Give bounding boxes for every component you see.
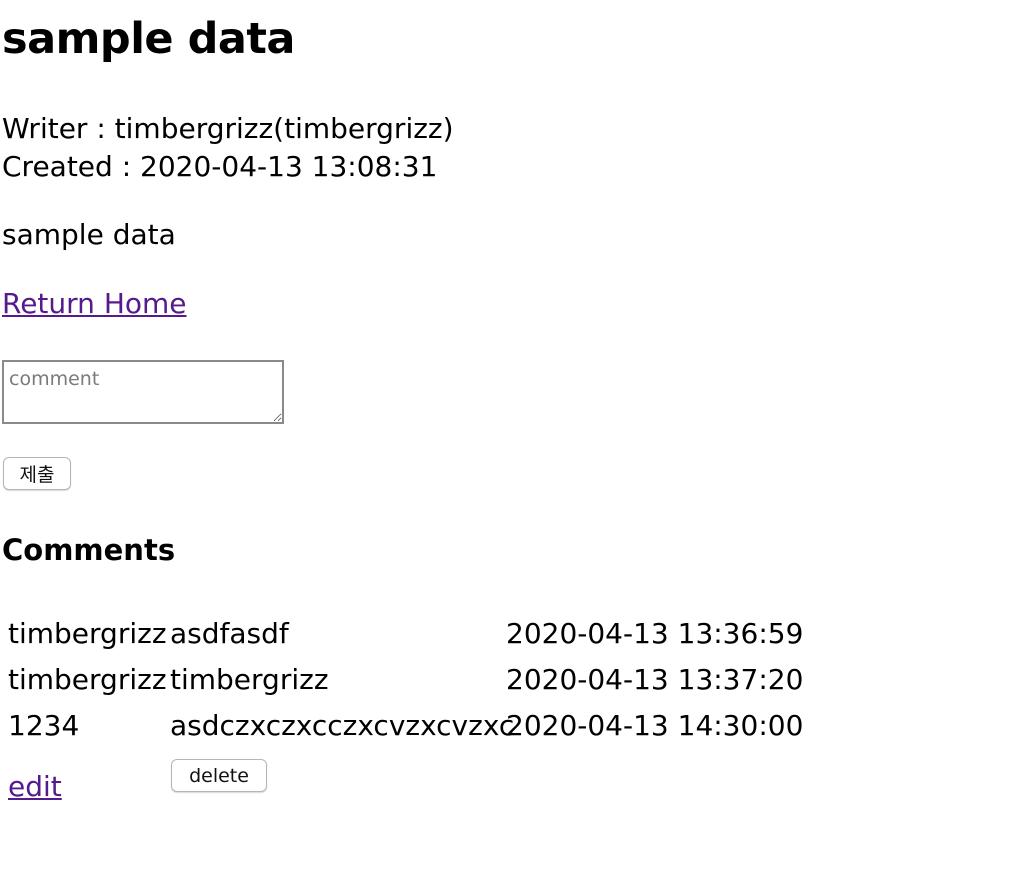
edit-comment-link[interactable]: edit: [8, 770, 62, 803]
page-title: sample data: [2, 14, 295, 64]
comment-text: timbergrizz: [170, 663, 329, 696]
comments-heading: Comments: [2, 533, 176, 567]
comment-date: 2020-04-13 14:30:00: [506, 709, 804, 742]
comment-date: 2020-04-13 13:36:59: [506, 617, 804, 650]
comment-writer: timbergrizz: [8, 617, 167, 650]
comment-input[interactable]: [2, 360, 284, 424]
submit-button[interactable]: 제출: [3, 457, 71, 490]
post-body: sample data: [2, 218, 176, 251]
comment-date: 2020-04-13 13:37:20: [506, 663, 804, 696]
created-line: Created : 2020-04-13 13:08:31: [2, 150, 438, 183]
return-home-link[interactable]: Return Home: [2, 287, 187, 320]
comment-text: asdczxczxcczxcvzxcvzxc: [170, 709, 515, 742]
comment-writer: 1234: [8, 709, 80, 742]
post-meta: Writer : timbergrizz(timbergrizz) Create…: [2, 110, 454, 186]
comment-text: asdfasdf: [170, 617, 289, 650]
comment-writer: timbergrizz: [8, 663, 167, 696]
delete-comment-button[interactable]: delete: [171, 759, 267, 792]
writer-line: Writer : timbergrizz(timbergrizz): [2, 112, 454, 145]
